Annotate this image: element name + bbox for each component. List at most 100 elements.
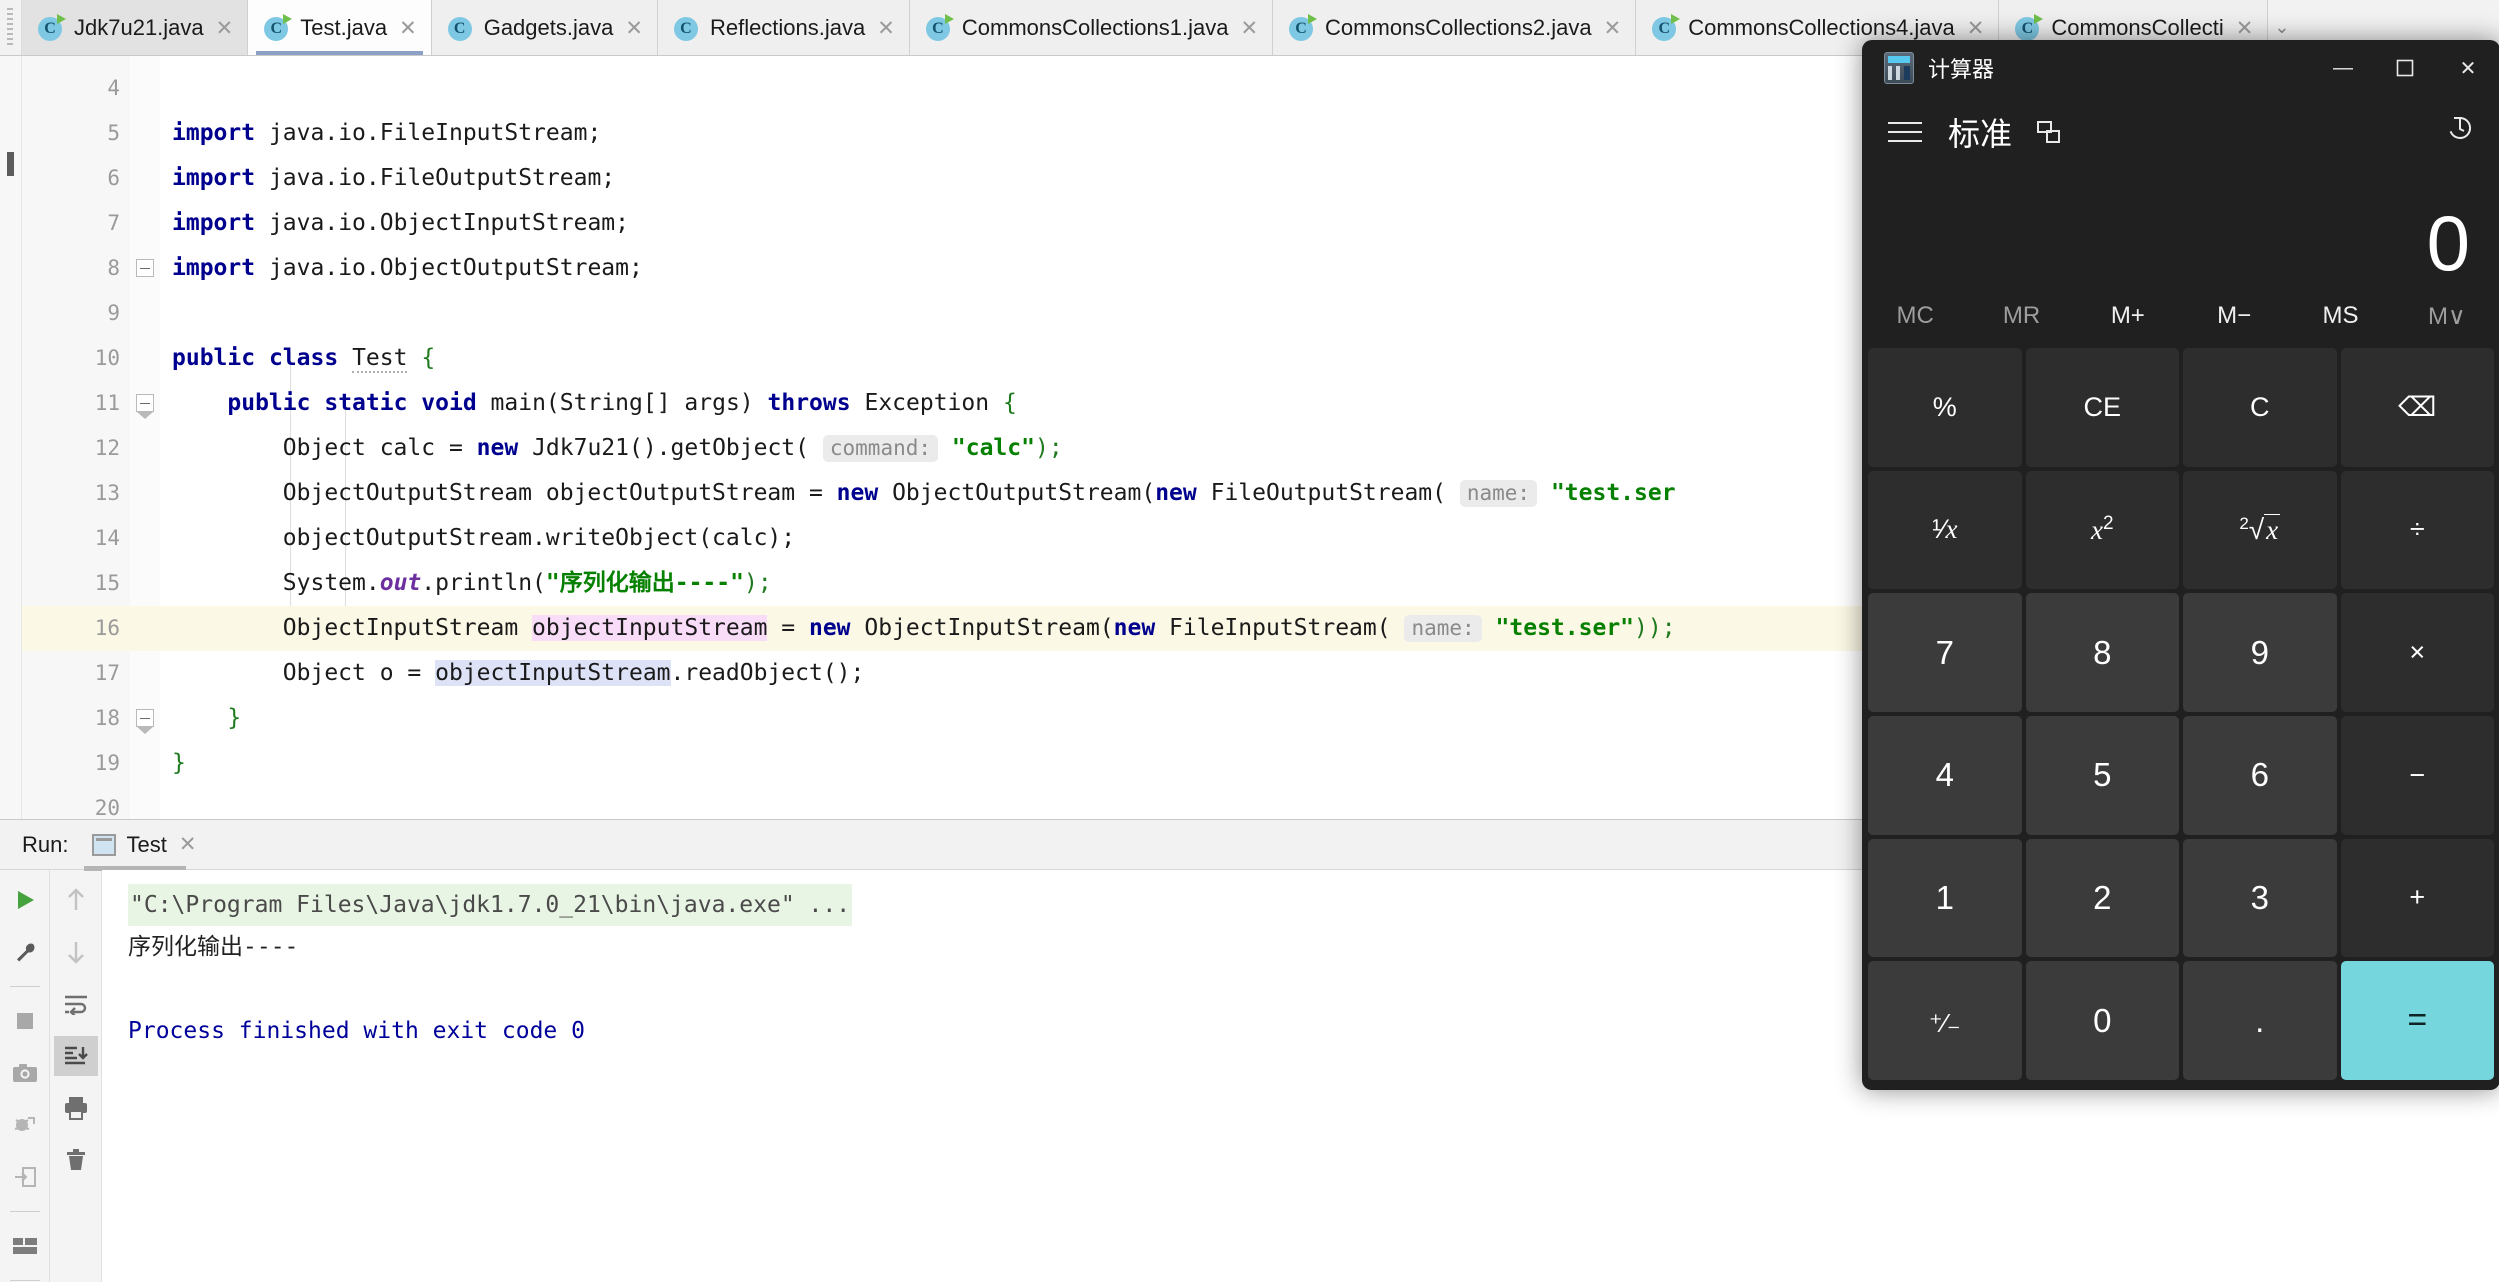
fold-toggle-imports[interactable] bbox=[136, 259, 154, 277]
editor-tab[interactable]: C Reflections.java ✕ bbox=[657, 0, 910, 55]
brace: { bbox=[1002, 390, 1017, 416]
maximize-icon[interactable] bbox=[2374, 40, 2436, 96]
memory-key[interactable]: MR bbox=[1968, 302, 2074, 330]
memory-key[interactable]: M+ bbox=[2075, 302, 2181, 330]
code-folding-column[interactable] bbox=[130, 56, 160, 819]
declaration: ObjectOutputStream objectOutputStream = bbox=[282, 480, 837, 506]
three-key[interactable]: 3 bbox=[2183, 838, 2337, 958]
layout-icon[interactable] bbox=[3, 1226, 47, 1266]
seven-key[interactable]: 7 bbox=[1868, 593, 2022, 712]
bug-restore-icon[interactable] bbox=[3, 1105, 47, 1145]
close-icon[interactable]: ✕ bbox=[177, 834, 197, 855]
divide-key[interactable]: ÷ bbox=[2340, 470, 2494, 590]
editor-tab[interactable]: C Gadgets.java ✕ bbox=[431, 0, 658, 55]
close-icon[interactable]: ✕ bbox=[1965, 18, 1985, 39]
editor-tab[interactable]: C Test.java ✕ bbox=[248, 0, 432, 55]
toolbar-divider bbox=[9, 986, 40, 987]
close-icon[interactable]: ✕ bbox=[2234, 18, 2254, 39]
square-key[interactable]: x2 bbox=[2025, 470, 2179, 590]
clear-key[interactable]: C bbox=[2183, 348, 2337, 467]
key-label: 0 bbox=[2093, 1001, 2112, 1039]
minimize-icon[interactable]: — bbox=[2312, 40, 2374, 96]
close-icon[interactable]: ✕ bbox=[214, 18, 234, 39]
key-label: + bbox=[2409, 882, 2426, 913]
soft-wrap-icon[interactable] bbox=[54, 984, 98, 1024]
memory-key[interactable]: M− bbox=[2181, 302, 2287, 330]
multiply-key[interactable]: × bbox=[2340, 593, 2494, 712]
arrow-down-icon[interactable] bbox=[54, 932, 98, 972]
trash-icon[interactable] bbox=[54, 1140, 98, 1180]
stop-icon[interactable] bbox=[3, 1001, 47, 1041]
square-root-key[interactable]: 2√x bbox=[2183, 470, 2337, 590]
editor-tab-label: CommonsCollections4.java bbox=[1688, 15, 1955, 40]
editor-tab[interactable]: C Jdk7u21.java ✕ bbox=[22, 0, 249, 55]
editor-left-strip bbox=[0, 56, 22, 819]
statement-prefix: System. bbox=[282, 570, 380, 596]
five-key[interactable]: 5 bbox=[2025, 715, 2179, 835]
scrollbar-handle[interactable] bbox=[7, 152, 14, 176]
add-key[interactable]: + bbox=[2340, 838, 2494, 958]
java-class-icon: C bbox=[38, 14, 66, 41]
wrench-icon[interactable] bbox=[3, 932, 47, 972]
camera-icon[interactable] bbox=[3, 1053, 47, 1093]
percent-key[interactable]: % bbox=[1868, 348, 2022, 467]
calculator-window[interactable]: 计算器 — ✕ 标准 0 MC MR M+ M− MS M∨ % CE C ⌫ … bbox=[1862, 40, 2499, 1090]
two-key[interactable]: 2 bbox=[2025, 838, 2179, 958]
eight-key[interactable]: 8 bbox=[2025, 593, 2179, 712]
close-icon[interactable]: ✕ bbox=[2436, 40, 2499, 96]
keyword-new: new bbox=[808, 615, 851, 641]
memory-key[interactable]: MS bbox=[2287, 302, 2393, 330]
history-icon[interactable] bbox=[2444, 112, 2476, 152]
equals-key[interactable]: = bbox=[2340, 961, 2494, 1080]
parameter-hint-name: name: bbox=[1404, 615, 1482, 642]
memory-key[interactable]: MC bbox=[1862, 302, 1968, 330]
calculator-title-bar[interactable]: 计算器 — ✕ bbox=[1862, 40, 2499, 96]
run-configuration-tab[interactable]: Test ✕ bbox=[84, 820, 204, 871]
declaration: Object calc = bbox=[282, 435, 477, 461]
print-icon[interactable] bbox=[54, 1088, 98, 1128]
keep-on-top-icon[interactable] bbox=[2034, 117, 2064, 147]
close-icon[interactable]: ✕ bbox=[875, 18, 895, 39]
close-icon[interactable]: ✕ bbox=[1238, 18, 1258, 39]
keyword-new: new bbox=[1155, 480, 1197, 506]
key-label: 2 bbox=[2093, 878, 2112, 916]
negate-key[interactable]: ⁺⁄₋ bbox=[1868, 961, 2022, 1080]
parameter-hint-command: command: bbox=[822, 435, 939, 462]
key-label: C bbox=[2250, 391, 2270, 422]
scroll-to-end-icon[interactable] bbox=[53, 1036, 98, 1076]
key-label: % bbox=[1932, 391, 1957, 422]
six-key[interactable]: 6 bbox=[2183, 715, 2337, 835]
reciprocal-key[interactable]: ¹⁄x bbox=[1868, 470, 2022, 590]
close-icon[interactable]: ✕ bbox=[623, 18, 643, 39]
fold-toggle-method-end[interactable] bbox=[136, 709, 154, 734]
toolbar-divider bbox=[9, 1280, 40, 1281]
close-icon[interactable]: ✕ bbox=[397, 18, 417, 39]
hamburger-icon[interactable] bbox=[1888, 122, 1922, 142]
line-number: 6 bbox=[107, 166, 120, 190]
fold-toggle-method[interactable] bbox=[136, 394, 154, 419]
java-class-icon: C bbox=[447, 15, 474, 41]
statement: objectOutputStream.writeObject(calc); bbox=[282, 525, 796, 551]
close-icon[interactable]: ✕ bbox=[1602, 18, 1622, 39]
line-number: 19 bbox=[94, 751, 120, 775]
line-number: 15 bbox=[94, 571, 120, 595]
export-icon[interactable] bbox=[3, 1157, 47, 1197]
java-class-icon: C bbox=[2015, 14, 2044, 41]
decimal-key[interactable]: . bbox=[2183, 961, 2337, 1080]
editor-tab[interactable]: C CommonsCollections2.java ✕ bbox=[1273, 0, 1637, 55]
subtract-key[interactable]: − bbox=[2340, 715, 2494, 835]
run-icon[interactable] bbox=[3, 880, 47, 920]
editor-tab[interactable]: C CommonsCollections1.java ✕ bbox=[909, 0, 1274, 55]
editor-tab-label: CommonsCollections1.java bbox=[961, 15, 1229, 40]
clear-entry-key[interactable]: CE bbox=[2025, 348, 2179, 467]
line-number: 5 bbox=[107, 121, 120, 145]
statement-end: ); bbox=[1034, 435, 1063, 461]
zero-key[interactable]: 0 bbox=[2025, 961, 2179, 1080]
backspace-key[interactable]: ⌫ bbox=[2340, 348, 2494, 467]
one-key[interactable]: 1 bbox=[1868, 838, 2022, 958]
arrow-up-icon[interactable] bbox=[54, 880, 98, 920]
memory-key[interactable]: M∨ bbox=[2394, 302, 2499, 331]
four-key[interactable]: 4 bbox=[1868, 715, 2022, 835]
nine-key[interactable]: 9 bbox=[2183, 593, 2337, 712]
run-config-icon bbox=[92, 833, 117, 856]
